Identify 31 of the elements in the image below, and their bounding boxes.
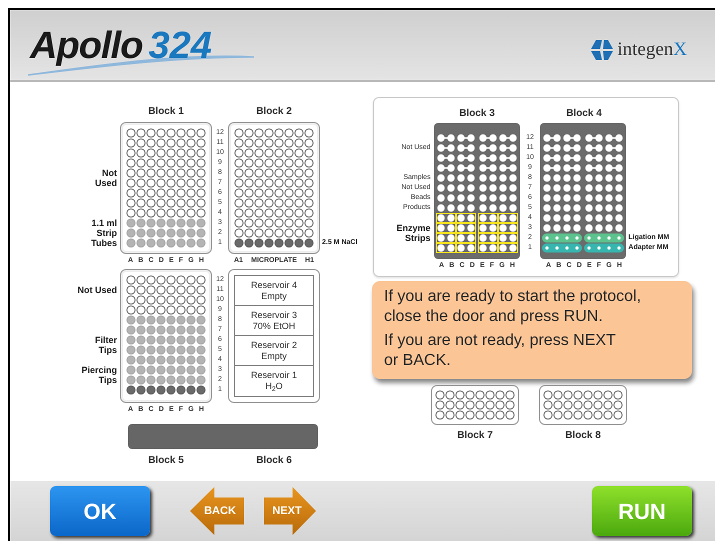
reservoir-name: Reservoir 4 xyxy=(250,280,297,290)
ok-button[interactable]: OK xyxy=(50,486,150,536)
reservoir-content: 70% EtOH xyxy=(252,320,296,332)
block-title: Block 7 xyxy=(457,430,493,442)
brand-logo-text: integenX xyxy=(617,38,687,62)
row-label: Not Used xyxy=(94,168,117,188)
block-title: Block 8 xyxy=(565,430,601,442)
reservoir-content: Empty xyxy=(261,290,287,302)
instruction-text: If you are not ready, press NEXT or BACK. xyxy=(384,331,617,371)
row-label: Filter Tips xyxy=(94,335,117,355)
block-title: Block 1 xyxy=(148,106,184,118)
row-label: Enzyme Strips xyxy=(396,223,431,243)
block-title: Block 3 xyxy=(459,108,495,120)
instruction-text: If you are ready to start the protocol, close the door and press RUN. xyxy=(384,287,642,327)
reservoir-name: Reservoir 1 xyxy=(250,370,297,381)
hexagon-logo-icon xyxy=(590,39,614,61)
row-label: Not Used xyxy=(76,285,117,295)
block-title: Block 2 xyxy=(256,106,292,118)
block-title: Block 5 xyxy=(148,455,184,467)
row-label: Piercing Tips xyxy=(80,365,117,385)
reservoir-content: Empty xyxy=(261,350,287,362)
reservoir-content: H$_{2}$O xyxy=(265,381,283,392)
product-logo: Apollo324 xyxy=(30,25,212,65)
row-label: 1.1 ml Strip Tubes xyxy=(90,218,117,248)
reservoir-name: Reservoir 2 xyxy=(250,340,297,350)
block-title: Block 6 xyxy=(256,455,292,467)
reservoir-name: Reservoir 3 xyxy=(250,310,297,320)
block-title: Block 4 xyxy=(566,108,602,120)
back-button[interactable]: BACK xyxy=(190,487,244,535)
next-button[interactable]: NEXT xyxy=(264,487,316,535)
run-button[interactable]: RUN xyxy=(592,486,692,536)
